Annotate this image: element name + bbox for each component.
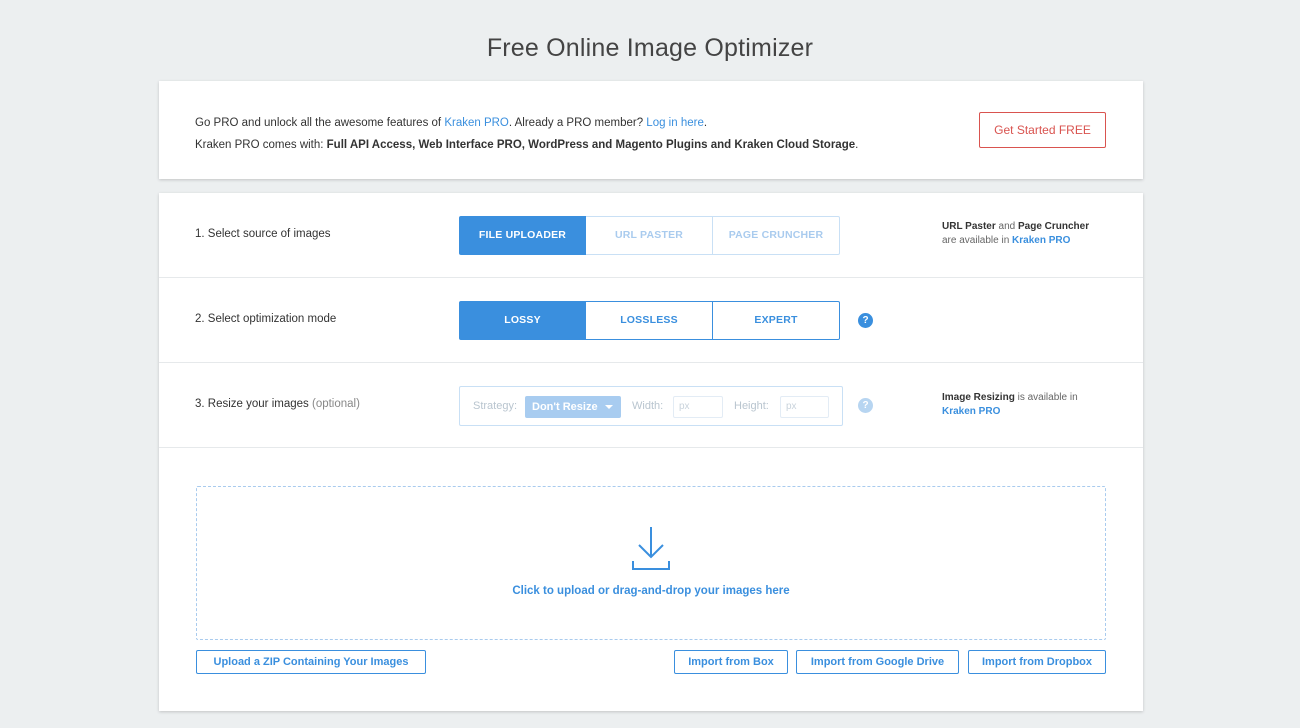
optimizer-card: 1. Select source of images FILE UPLOADER… [159, 193, 1143, 711]
resize-kraken-pro-link[interactable]: Kraken PRO [942, 406, 1000, 417]
mode-option-lossy[interactable]: LOSSY [459, 301, 586, 340]
note-page-cruncher: Page Cruncher [1017, 221, 1090, 232]
promo-line2-prefix: Kraken PRO comes with: [195, 139, 327, 151]
promo-features: Full API Access, Web Interface PRO, Word… [326, 139, 856, 151]
source-option-page-cruncher[interactable]: PAGE CRUNCHER [713, 216, 840, 255]
resize-pro-note: Image Resizing is available in Kraken PR… [942, 391, 1078, 419]
mode-label: 2. Select optimization mode [195, 313, 337, 325]
height-input[interactable]: px [780, 396, 829, 418]
note-and: and [995, 221, 1018, 232]
import-google-drive-button[interactable]: Import from Google Drive [796, 650, 959, 674]
dropzone-text: Click to upload or drag-and-drop your im… [512, 585, 790, 597]
import-box-button[interactable]: Import from Box [674, 650, 788, 674]
width-input[interactable]: px [673, 396, 723, 418]
source-pro-note: URL Paster and Page Cruncher are availab… [942, 220, 1089, 248]
upload-dropzone[interactable]: Click to upload or drag-and-drop your im… [196, 486, 1106, 640]
source-segmented-control: FILE UPLOADER URL PASTER PAGE CRUNCHER [459, 216, 840, 255]
promo-line-2: Kraken PRO comes with: Full API Access, … [195, 134, 858, 156]
resize-controls: Strategy: Don't Resize Width: px Height:… [459, 386, 843, 426]
download-arrow-icon [632, 527, 670, 570]
resize-row: 3. Resize your images (optional) Strateg… [159, 363, 1143, 448]
width-label: Width: [632, 400, 664, 412]
source-kraken-pro-link[interactable]: Kraken PRO [1012, 235, 1070, 246]
source-option-url-paster[interactable]: URL PASTER [586, 216, 713, 255]
resize-label: 3. Resize your images (optional) [195, 398, 360, 410]
import-dropbox-button[interactable]: Import from Dropbox [968, 650, 1106, 674]
promo-line1-middle: . Already a PRO member? [508, 117, 647, 129]
chevron-down-icon [605, 405, 613, 409]
get-started-button[interactable]: Get Started FREE [979, 112, 1106, 148]
note-url-paster: URL Paster [942, 221, 996, 232]
mode-option-lossless[interactable]: LOSSLESS [586, 301, 713, 340]
promo-line1-prefix: Go PRO and unlock all the awesome featur… [195, 117, 445, 129]
resize-optional-text: (optional) [311, 398, 360, 410]
resize-help-icon[interactable]: ? [858, 398, 873, 413]
mode-option-expert[interactable]: EXPERT [713, 301, 840, 340]
promo-line2-suffix: . [855, 139, 859, 151]
note-is-available: is available in [1014, 392, 1078, 403]
mode-segmented-control: LOSSY LOSSLESS EXPERT [459, 301, 840, 340]
note-image-resizing: Image Resizing [942, 392, 1015, 403]
note-available-in: are available in [942, 235, 1013, 246]
strategy-label: Strategy: [473, 400, 518, 412]
upload-zip-button[interactable]: Upload a ZIP Containing Your Images [196, 650, 426, 674]
mode-help-icon[interactable]: ? [858, 313, 873, 328]
source-row: 1. Select source of images FILE UPLOADER… [159, 193, 1143, 278]
promo-text: Go PRO and unlock all the awesome featur… [195, 112, 858, 156]
login-link[interactable]: Log in here [646, 117, 704, 129]
source-option-file-uploader[interactable]: FILE UPLOADER [459, 216, 586, 255]
source-label: 1. Select source of images [195, 228, 331, 240]
promo-card: Go PRO and unlock all the awesome featur… [159, 81, 1143, 179]
strategy-select[interactable]: Don't Resize [525, 396, 621, 418]
page-title: Free Online Image Optimizer [486, 34, 814, 62]
mode-row: 2. Select optimization mode LOSSY LOSSLE… [159, 278, 1143, 363]
promo-line1-suffix: . [703, 117, 708, 129]
promo-line-1: Go PRO and unlock all the awesome featur… [195, 112, 858, 134]
resize-label-text: 3. Resize your images [195, 398, 309, 410]
height-label: Height: [734, 400, 769, 412]
strategy-value: Don't Resize [532, 401, 598, 413]
kraken-pro-link[interactable]: Kraken PRO [444, 117, 509, 129]
